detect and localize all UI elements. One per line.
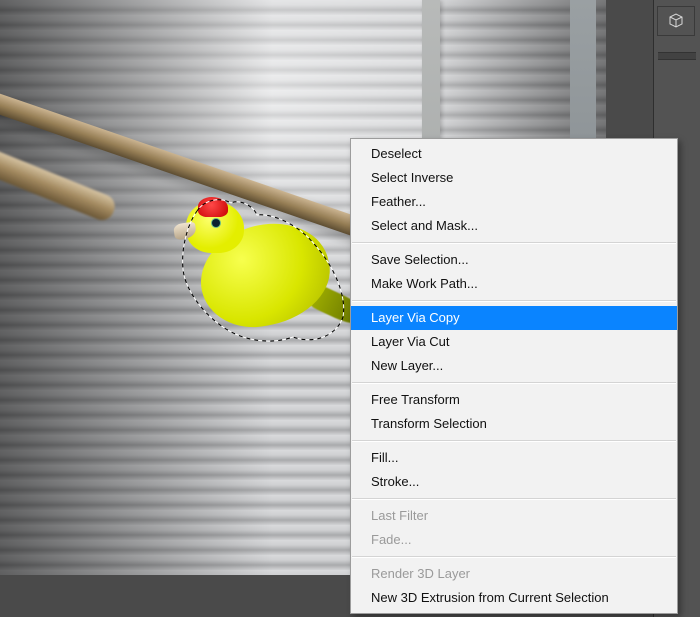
menu-separator	[352, 440, 676, 442]
menu-item-select_and_mask[interactable]: Select and Mask...	[351, 214, 677, 238]
menu-item-new_layer[interactable]: New Layer...	[351, 354, 677, 378]
menu-item-save_selection[interactable]: Save Selection...	[351, 248, 677, 272]
menu-item-layer_via_copy[interactable]: Layer Via Copy	[351, 306, 677, 330]
app-root: DeselectSelect InverseFeather...Select a…	[0, 0, 700, 617]
menu-separator	[352, 382, 676, 384]
menu-item-feather[interactable]: Feather...	[351, 190, 677, 214]
panel-divider[interactable]	[658, 52, 696, 60]
menu-item-transform_selection[interactable]: Transform Selection	[351, 412, 677, 436]
menu-item-render_3d_layer: Render 3D Layer	[351, 562, 677, 586]
menu-item-stroke[interactable]: Stroke...	[351, 470, 677, 494]
menu-separator	[352, 556, 676, 558]
menu-separator	[352, 498, 676, 500]
menu-separator	[352, 242, 676, 244]
menu-item-last_filter: Last Filter	[351, 504, 677, 528]
menu-item-free_transform[interactable]: Free Transform	[351, 388, 677, 412]
menu-item-select_inverse[interactable]: Select Inverse	[351, 166, 677, 190]
menu-item-make_work_path[interactable]: Make Work Path...	[351, 272, 677, 296]
bird-subject	[170, 195, 340, 345]
3d-panel-icon[interactable]	[657, 6, 695, 36]
menu-separator	[352, 300, 676, 302]
menu-item-layer_via_cut[interactable]: Layer Via Cut	[351, 330, 677, 354]
menu-item-new_3d_extrusion[interactable]: New 3D Extrusion from Current Selection	[351, 586, 677, 610]
menu-item-fade: Fade...	[351, 528, 677, 552]
menu-item-deselect[interactable]: Deselect	[351, 142, 677, 166]
context-menu: DeselectSelect InverseFeather...Select a…	[350, 138, 678, 614]
menu-item-fill[interactable]: Fill...	[351, 446, 677, 470]
